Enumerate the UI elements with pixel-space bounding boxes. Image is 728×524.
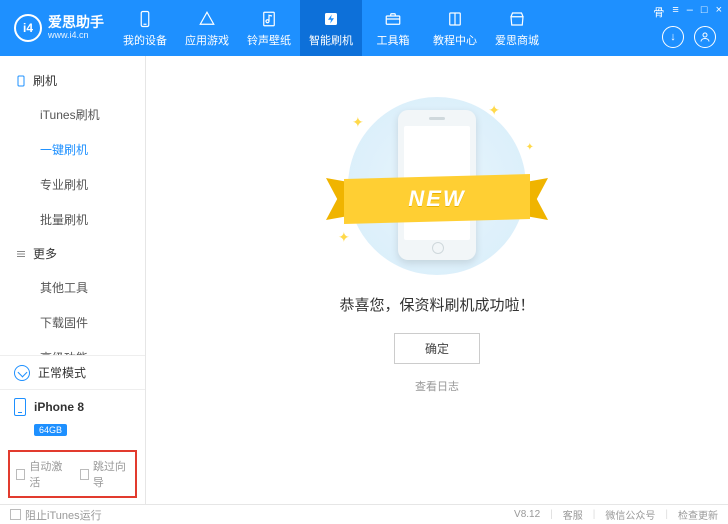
brand: i4 爱思助手 www.i4.cn	[0, 14, 114, 42]
top-tab-flash[interactable]: 智能刷机	[300, 0, 362, 56]
brand-logo-icon: i4	[14, 14, 42, 42]
music-icon	[259, 9, 279, 29]
device-name: iPhone 8	[34, 400, 84, 414]
shop-icon	[507, 9, 527, 29]
sidebar-group-1: 更多	[0, 237, 145, 270]
top-tab-label: 智能刷机	[309, 32, 353, 48]
minimize-button[interactable]: –	[687, 4, 693, 20]
top-tab-music[interactable]: 铃声壁纸	[238, 0, 300, 56]
sidebar: 刷机 iTunes刷机一键刷机专业刷机批量刷机更多其他工具下载固件高级功能 正常模…	[0, 56, 146, 504]
success-illustration: ✦✦✦✦ NEW	[332, 96, 542, 276]
storage-badge: 64GB	[34, 424, 67, 436]
top-tab-book[interactable]: 教程中心	[424, 0, 486, 56]
sidebar-group-0: 刷机	[0, 64, 145, 97]
top-tab-label: 教程中心	[433, 32, 477, 48]
sidebar-item-1-2[interactable]: 高级功能	[0, 340, 145, 355]
ok-button[interactable]: 确定	[394, 333, 480, 364]
device-icon	[14, 398, 26, 416]
brand-url: www.i4.cn	[48, 31, 104, 41]
status-bar: 阻止iTunes运行 V8.12 | 客服 | 微信公众号 | 检查更新	[0, 504, 728, 524]
top-bar: i4 爱思助手 www.i4.cn 我的设备 应用游戏 铃声壁纸 智能刷机 工具箱 教程中…	[0, 0, 728, 56]
close-button[interactable]: ×	[716, 4, 722, 20]
top-tab-label: 铃声壁纸	[247, 32, 291, 48]
skip-guide-checkbox[interactable]: 跳过向导	[80, 458, 130, 490]
device-row[interactable]: iPhone 8 64GB	[0, 390, 145, 444]
version-label: V8.12	[514, 509, 540, 520]
download-icon[interactable]: ↓	[662, 26, 684, 48]
apps-icon	[197, 9, 217, 29]
sidebar-item-1-0[interactable]: 其他工具	[0, 270, 145, 305]
top-tab-toolbox[interactable]: 工具箱	[362, 0, 424, 56]
block-itunes-checkbox[interactable]: 阻止iTunes运行	[10, 507, 102, 523]
new-ribbon: NEW	[326, 174, 548, 224]
flash-icon	[321, 9, 341, 29]
toolbox-icon	[383, 9, 403, 29]
sidebar-item-0-3[interactable]: 批量刷机	[0, 202, 145, 237]
user-icon[interactable]	[694, 26, 716, 48]
content-area: ✦✦✦✦ NEW 恭喜您，保资料刷机成功啦！ 确定 查看日志	[146, 56, 728, 504]
sidebar-group-title: 刷机	[33, 72, 57, 89]
mode-label: 正常模式	[38, 364, 86, 381]
top-tab-phone[interactable]: 我的设备	[114, 0, 176, 56]
book-icon	[445, 9, 465, 29]
update-link[interactable]: 检查更新	[678, 507, 718, 522]
view-log-link[interactable]: 查看日志	[146, 378, 728, 394]
top-tab-apps[interactable]: 应用游戏	[176, 0, 238, 56]
sidebar-item-0-0[interactable]: iTunes刷机	[0, 97, 145, 132]
sidebar-item-1-1[interactable]: 下载固件	[0, 305, 145, 340]
sidebar-item-0-1[interactable]: 一键刷机	[0, 132, 145, 167]
options-highlight: 自动激活 跳过向导	[8, 450, 137, 498]
top-tab-label: 应用游戏	[185, 32, 229, 48]
wechat-link[interactable]: 微信公众号	[605, 507, 655, 522]
success-message: 恭喜您，保资料刷机成功啦！	[146, 294, 728, 315]
top-tab-label: 爱思商城	[495, 32, 539, 48]
phone-outline-icon	[14, 74, 27, 87]
top-tab-label: 我的设备	[123, 32, 167, 48]
top-tabs: 我的设备 应用游戏 铃声壁纸 智能刷机 工具箱 教程中心 爱思商城	[114, 0, 548, 56]
mode-icon	[14, 365, 30, 381]
sidebar-item-0-2[interactable]: 专业刷机	[0, 167, 145, 202]
brand-title: 爱思助手	[48, 15, 104, 30]
top-tab-label: 工具箱	[377, 32, 410, 48]
menu-button[interactable]: ≡	[672, 4, 678, 20]
mode-row[interactable]: 正常模式	[0, 356, 145, 390]
window-controls: ⾻ ≡ – □ ×	[653, 4, 722, 20]
top-tab-shop[interactable]: 爱思商城	[486, 0, 548, 56]
support-link[interactable]: 客服	[563, 507, 583, 522]
more-icon	[14, 247, 27, 260]
phone-icon	[135, 9, 155, 29]
skin-button[interactable]: ⾻	[653, 4, 664, 20]
sidebar-group-title: 更多	[33, 245, 57, 262]
maximize-button[interactable]: □	[701, 4, 708, 20]
auto-activate-checkbox[interactable]: 自动激活	[16, 458, 66, 490]
